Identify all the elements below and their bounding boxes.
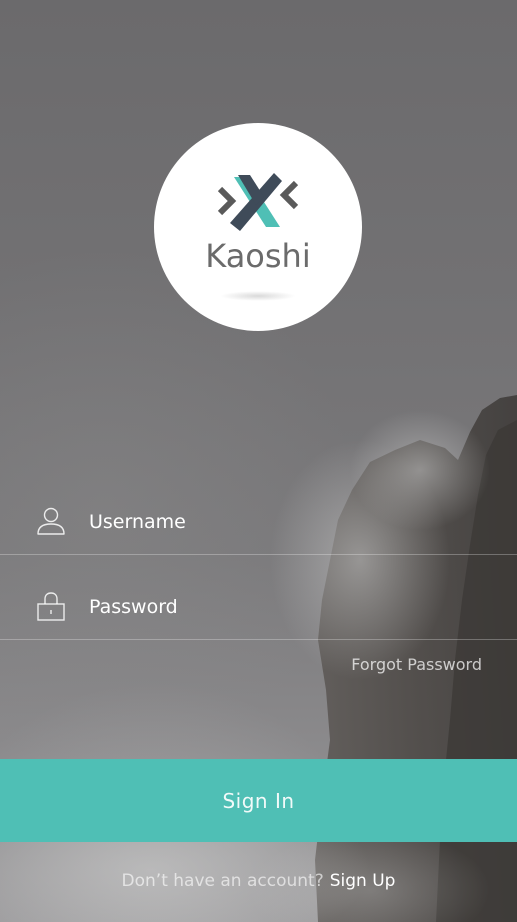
login-screen: Kaoshi Forgot Password Sign In Don’t hav… (0, 0, 517, 922)
signup-prompt: Don’t have an account? (121, 871, 324, 891)
app-logo: Kaoshi (154, 123, 362, 331)
logo-wordmark: Kaoshi (205, 237, 311, 275)
logo-shadow (220, 291, 296, 301)
username-input[interactable] (89, 508, 489, 536)
signup-footer: Don’t have an account? Sign Up (0, 871, 517, 891)
sign-up-link[interactable]: Sign Up (330, 871, 396, 891)
kaoshi-logo-icon (218, 173, 298, 231)
user-icon (37, 507, 65, 535)
forgot-password-link[interactable]: Forgot Password (351, 655, 482, 674)
password-input[interactable] (89, 593, 489, 621)
username-field (0, 470, 517, 555)
lock-icon (37, 592, 65, 621)
sign-in-button[interactable]: Sign In (0, 759, 517, 842)
password-field (0, 555, 517, 640)
